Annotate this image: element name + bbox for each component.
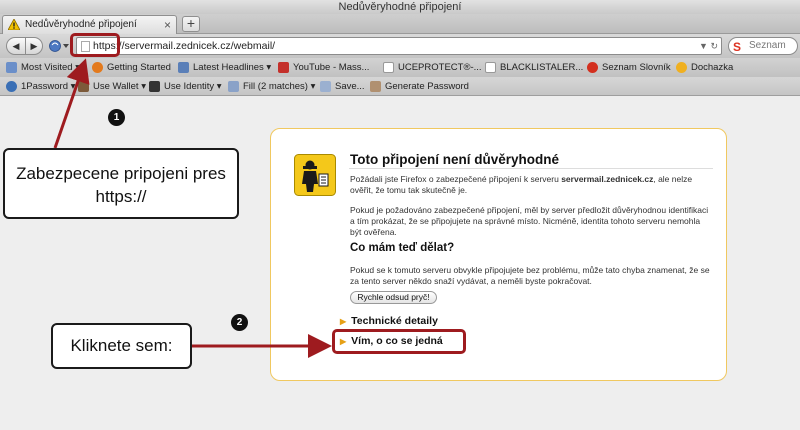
folder-icon — [6, 62, 17, 73]
onepassword-menu[interactable]: 1Password ▾ — [6, 77, 75, 96]
server-name: servermail.zednicek.cz — [561, 174, 654, 184]
expand-triangle-icon: ▶ — [340, 317, 347, 326]
youtube-icon — [278, 62, 289, 73]
bookmark-seznam-slovnik[interactable]: Seznam Slovník — [587, 58, 671, 77]
step-badge-1: 1 — [108, 109, 125, 126]
tab-bar: Nedůvěryhodné připojení × + — [0, 14, 800, 34]
wand-icon — [370, 81, 381, 92]
back-button[interactable]: ◀ — [6, 37, 26, 55]
seznam-icon — [587, 62, 598, 73]
search-input[interactable]: S Seznam — [728, 37, 798, 55]
identity-icon — [149, 81, 160, 92]
tab-label: Nedůvěryhodné připojení — [25, 19, 137, 30]
tab-close-icon[interactable]: × — [164, 16, 171, 34]
step-badge-2: 2 — [231, 314, 248, 331]
url-input[interactable]: https://servermail.zednicek.cz/webmail/ … — [76, 37, 722, 55]
https-highlight — [70, 33, 120, 57]
wallet-icon — [78, 81, 89, 92]
search-placeholder: Seznam — [749, 40, 786, 51]
technical-details-expander[interactable]: ▶ Technické detaily — [340, 315, 438, 327]
bookmark-youtube[interactable]: YouTube - Mass... — [278, 58, 369, 77]
warning-icon — [8, 19, 20, 30]
bookmark-getting-started[interactable]: Getting Started — [92, 58, 171, 77]
onepassword-icon — [6, 81, 17, 92]
what-to-do-heading: Co mám teď dělat? — [350, 242, 455, 254]
get-me-out-button[interactable]: Rychle odsud pryč! — [350, 291, 437, 304]
save-button[interactable]: Save... — [320, 77, 365, 96]
page-icon — [485, 62, 496, 73]
fill-menu[interactable]: Fill (2 matches) ▾ — [228, 77, 315, 96]
window-title: Nedůvěryhodné připojení — [0, 0, 800, 14]
tab-active[interactable]: Nedůvěryhodné připojení × — [2, 15, 177, 34]
url-text: https://servermail.zednicek.cz/webmail/ — [93, 40, 276, 52]
fill-pen-icon — [228, 81, 239, 92]
understand-risks-highlight — [332, 329, 466, 354]
error-description: Požádali jste Firefox o zabezpečené přip… — [350, 174, 693, 195]
forward-button[interactable]: ▶ — [25, 37, 43, 55]
error-explanation: Pokud je požadováno zabezpečené připojen… — [350, 205, 709, 237]
error-title: Toto připojení není důvěryhodné — [350, 152, 559, 167]
generate-password-button[interactable]: Generate Password — [370, 77, 469, 96]
title-divider — [349, 168, 713, 169]
firefox-icon — [92, 62, 103, 73]
page-icon — [383, 62, 394, 73]
save-icon — [320, 81, 331, 92]
bookmark-uceprotect[interactable]: UCEPROTECT®-... — [383, 58, 482, 77]
rss-folder-icon — [178, 62, 189, 73]
callout-secure-connection: Zabezpecene pripojeni pres https:// — [3, 148, 239, 219]
bookmark-most-visited[interactable]: Most Visited ▾ — [6, 58, 80, 77]
site-identity-icon[interactable] — [48, 39, 72, 53]
new-tab-button[interactable]: + — [182, 16, 200, 32]
callout-click-here: Kliknete sem: — [51, 323, 192, 369]
untrusted-certificate-icon — [294, 154, 336, 196]
seznam-logo-icon[interactable]: S — [733, 39, 741, 54]
navigation-bar: ◀ ▶ https://servermail.zednicek.cz/webma… — [0, 34, 800, 58]
use-wallet-menu[interactable]: Use Wallet ▾ — [78, 77, 146, 96]
bookmark-latest-headlines[interactable]: Latest Headlines ▾ — [178, 58, 271, 77]
onepassword-toolbar: 1Password ▾ Use Wallet ▾ Use Identity ▾ … — [0, 77, 800, 96]
clock-icon — [676, 62, 687, 73]
url-dropdown-reload-icon[interactable]: ▼ ↻ — [699, 38, 718, 54]
bookmark-dochazka[interactable]: Dochazka — [676, 58, 733, 77]
bookmarks-toolbar: Most Visited ▾ Getting Started Latest He… — [0, 58, 800, 77]
use-identity-menu[interactable]: Use Identity ▾ — [149, 77, 222, 96]
what-to-do-text: Pokud se k tomuto serveru obvykle připoj… — [350, 265, 710, 286]
bookmark-blacklistaler[interactable]: BLACKLISTALER... — [485, 58, 583, 77]
